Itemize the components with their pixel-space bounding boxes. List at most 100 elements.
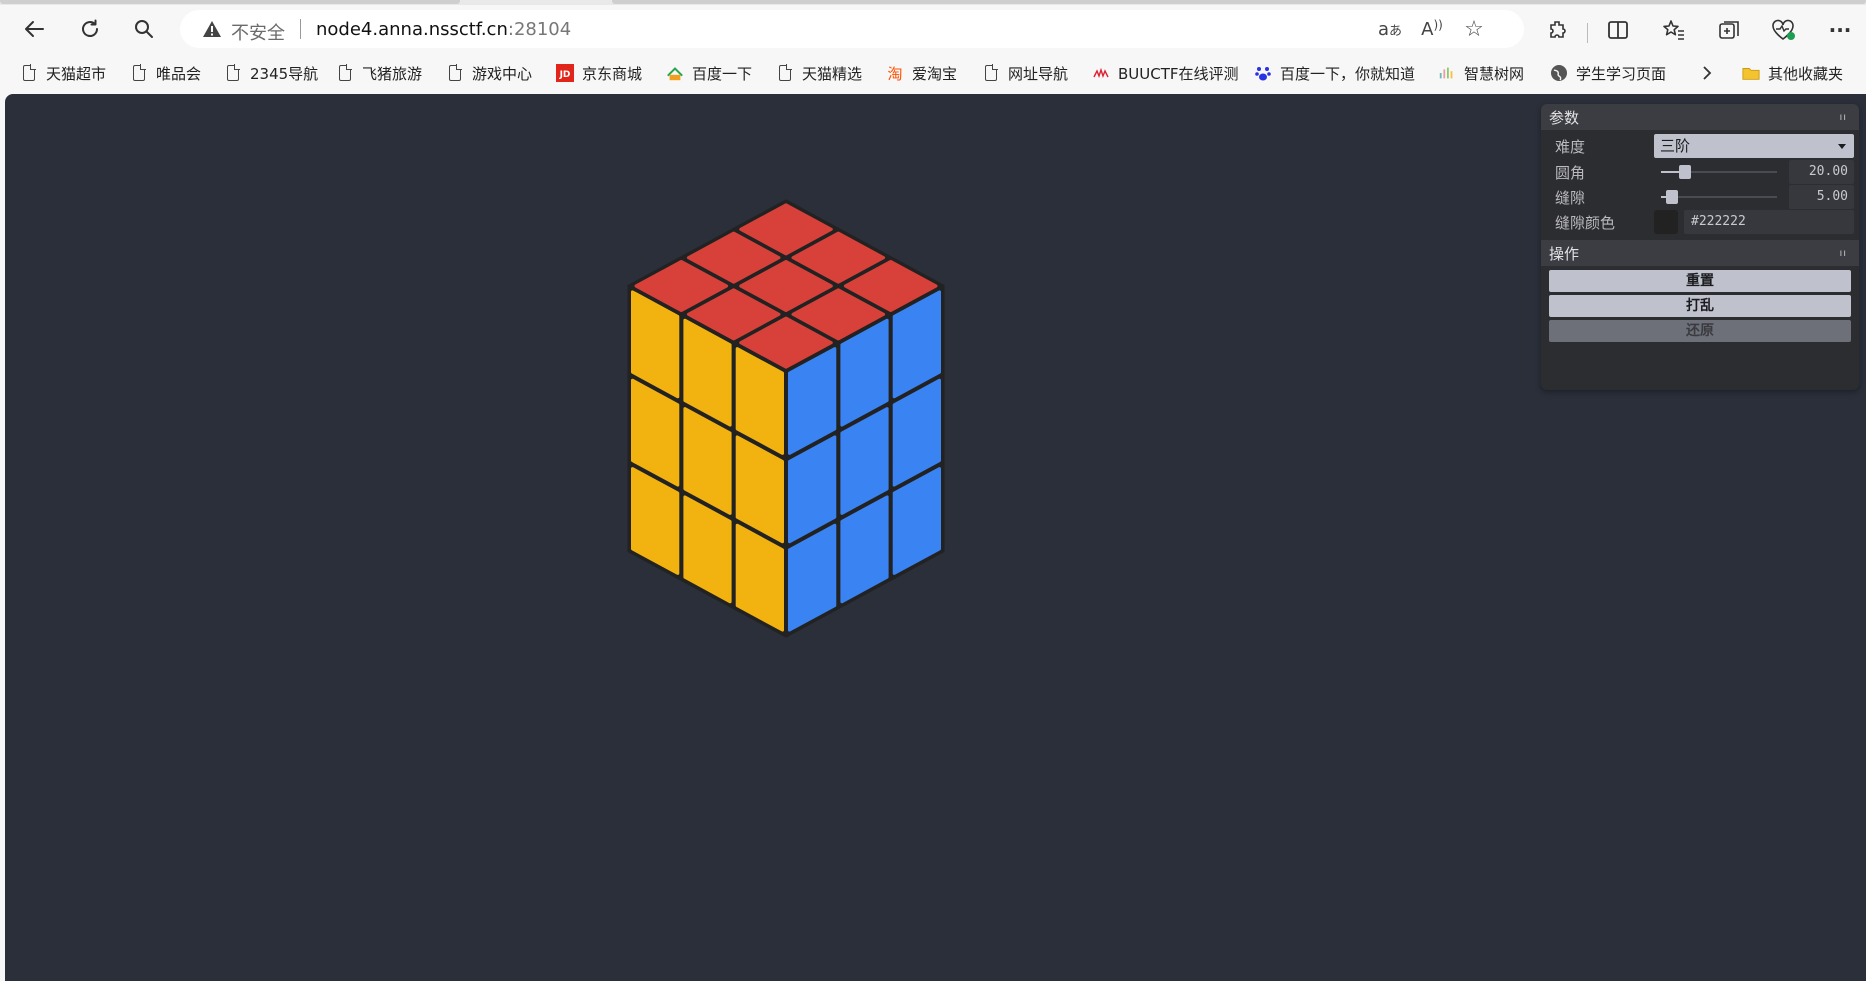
gap-number-input[interactable]: 5.00 <box>1789 185 1854 209</box>
search-icon <box>135 20 153 38</box>
read-aloud-icon[interactable]: A)) <box>1420 17 1444 41</box>
webgl-viewport[interactable]: 参数 ıı 难度 三阶 圆角 20.00 缝隙 5.00 缝隙颜色 #22222… <box>5 94 1866 981</box>
bookmark-item[interactable]: JD 京东商城 <box>556 61 642 85</box>
favorite-star-icon[interactable]: ☆ <box>1462 17 1486 42</box>
bookmark-item[interactable]: 学生学习页面 <box>1550 61 1666 85</box>
folder-icon <box>1742 64 1760 82</box>
bookmark-item[interactable]: 天猫超市 <box>20 61 106 85</box>
bookmark-label: 京东商城 <box>582 64 643 83</box>
bookmark-label: 唯品会 <box>156 64 202 83</box>
bookmark-item[interactable]: 网址导航 <box>982 61 1068 85</box>
chevron-down-icon <box>1838 144 1846 149</box>
browser-essentials-icon[interactable] <box>1770 16 1798 44</box>
tab-edge <box>0 0 460 4</box>
gap-color-swatch[interactable] <box>1654 210 1678 234</box>
2345-icon <box>666 64 684 82</box>
params-title: 参数 <box>1549 108 1580 127</box>
bookmark-item[interactable]: BUUCTF在线评测 <box>1092 61 1239 85</box>
bookmark-label: 百度一下 <box>692 64 753 83</box>
taobao-icon: 淘 <box>886 64 904 82</box>
chevron-right-icon <box>1703 66 1712 80</box>
gap-slider[interactable] <box>1661 190 1777 204</box>
svg-text:淘: 淘 <box>887 65 902 82</box>
bookmark-item[interactable]: 天猫精选 <box>776 61 862 85</box>
baidu-paw-icon <box>1254 64 1272 82</box>
rubiks-cube[interactable] <box>627 199 945 638</box>
actions-title: 操作 <box>1549 244 1580 263</box>
restore-button[interactable]: 还原 <box>1549 320 1851 342</box>
bookmark-label: 网址导航 <box>1008 64 1069 83</box>
extensions-icon[interactable] <box>1544 16 1572 44</box>
collections-icon[interactable] <box>1716 16 1744 44</box>
search-button[interactable] <box>126 11 162 47</box>
bookmark-item[interactable]: 2345导航 <box>224 61 318 85</box>
bookmark-item[interactable]: 淘爱淘宝 <box>886 61 957 85</box>
gap-label: 缝隙 <box>1555 189 1586 207</box>
warning-icon[interactable] <box>202 20 222 38</box>
reset-button[interactable]: 重置 <box>1549 270 1851 292</box>
bookmark-label: 2345导航 <box>250 64 319 83</box>
bookmark-item[interactable]: 游戏中心 <box>446 61 532 85</box>
difficulty-row: 难度 三阶 <box>1541 132 1859 160</box>
difficulty-value: 三阶 <box>1660 137 1691 155</box>
page-icon <box>982 64 1000 82</box>
radius-row: 圆角 20.00 <box>1541 158 1859 186</box>
gap-slider-handle[interactable] <box>1666 190 1679 204</box>
scramble-button[interactable]: 打乱 <box>1549 295 1851 317</box>
params-folder-title[interactable]: 参数 ıı <box>1541 104 1859 130</box>
actions-folder-title[interactable]: 操作 ıı <box>1541 240 1859 266</box>
favorites-icon[interactable] <box>1660 16 1688 44</box>
bookmark-label: 天猫超市 <box>46 64 107 83</box>
browser-toolbar: 不安全 node4.anna.nssctf.cn:28104 aあ A)) ☆ … <box>0 5 1866 53</box>
bookmark-item[interactable]: 百度一下，你就知道 <box>1254 61 1415 85</box>
bookmark-label: BUUCTF在线评测 <box>1118 64 1239 83</box>
jd-icon: JD <box>556 64 574 82</box>
split-screen-icon[interactable] <box>1604 16 1632 44</box>
page-icon <box>224 64 242 82</box>
security-label[interactable]: 不安全 <box>231 19 285 45</box>
bookmark-label: 智慧树网 <box>1464 64 1525 83</box>
bookmark-label: 游戏中心 <box>472 64 533 83</box>
address-separator <box>300 19 301 39</box>
url-port: :28104 <box>507 19 572 40</box>
page-icon <box>336 64 354 82</box>
other-bookmarks-folder[interactable]: 其他收藏夹 <box>1742 61 1843 85</box>
radius-number-input[interactable]: 20.00 <box>1789 160 1854 184</box>
radius-slider-handle[interactable] <box>1678 165 1691 179</box>
gap-color-input[interactable]: #222222 <box>1684 210 1854 234</box>
radius-slider[interactable] <box>1661 165 1777 179</box>
gap-color-row: 缝隙颜色 #222222 <box>1541 208 1859 236</box>
page-icon <box>446 64 464 82</box>
globe-icon <box>1550 64 1568 82</box>
gap-row: 缝隙 5.00 <box>1541 183 1859 211</box>
collapse-icon[interactable]: ıı <box>1839 112 1847 123</box>
address-bar[interactable]: 不安全 node4.anna.nssctf.cn:28104 aあ A)) ☆ <box>180 10 1524 48</box>
difficulty-label: 难度 <box>1555 138 1586 156</box>
collapse-icon[interactable]: ıı <box>1839 248 1847 259</box>
more-icon[interactable]: ··· <box>1826 16 1854 44</box>
page-icon <box>130 64 148 82</box>
bookmark-item[interactable]: 唯品会 <box>130 61 201 85</box>
bookmarks-overflow-button[interactable] <box>1700 61 1714 85</box>
url-host: node4.anna.nssctf.cn <box>316 19 508 40</box>
zhihuishu-icon <box>1438 64 1456 82</box>
settings-panel: 参数 ıı 难度 三阶 圆角 20.00 缝隙 5.00 缝隙颜色 #22222… <box>1541 104 1859 390</box>
difficulty-select[interactable]: 三阶 <box>1654 134 1854 158</box>
url-text[interactable]: node4.anna.nssctf.cn:28104 <box>316 19 571 40</box>
bookmark-item[interactable]: 百度一下 <box>666 61 752 85</box>
bookmark-label: 爱淘宝 <box>912 64 958 83</box>
reload-button[interactable] <box>72 11 108 47</box>
bookmark-label: 百度一下，你就知道 <box>1280 64 1416 83</box>
translate-icon[interactable]: aあ <box>1378 17 1402 41</box>
bookmark-item[interactable]: 智慧树网 <box>1438 61 1524 85</box>
page-icon <box>776 64 794 82</box>
back-button[interactable] <box>16 11 52 47</box>
back-arrow-icon <box>25 21 44 37</box>
bookmarks-bar: 天猫超市 唯品会 2345导航 飞猪旅游 游戏中心 JD 京东商城 百度一下 天猫… <box>0 53 1866 93</box>
reload-icon <box>82 19 98 37</box>
gap-color-label: 缝隙颜色 <box>1555 214 1616 232</box>
bookmark-label: 飞猪旅游 <box>362 64 423 83</box>
bookmark-item[interactable]: 飞猪旅游 <box>336 61 422 85</box>
bookmark-label: 学生学习页面 <box>1576 64 1667 83</box>
other-bookmarks-label: 其他收藏夹 <box>1768 64 1844 83</box>
